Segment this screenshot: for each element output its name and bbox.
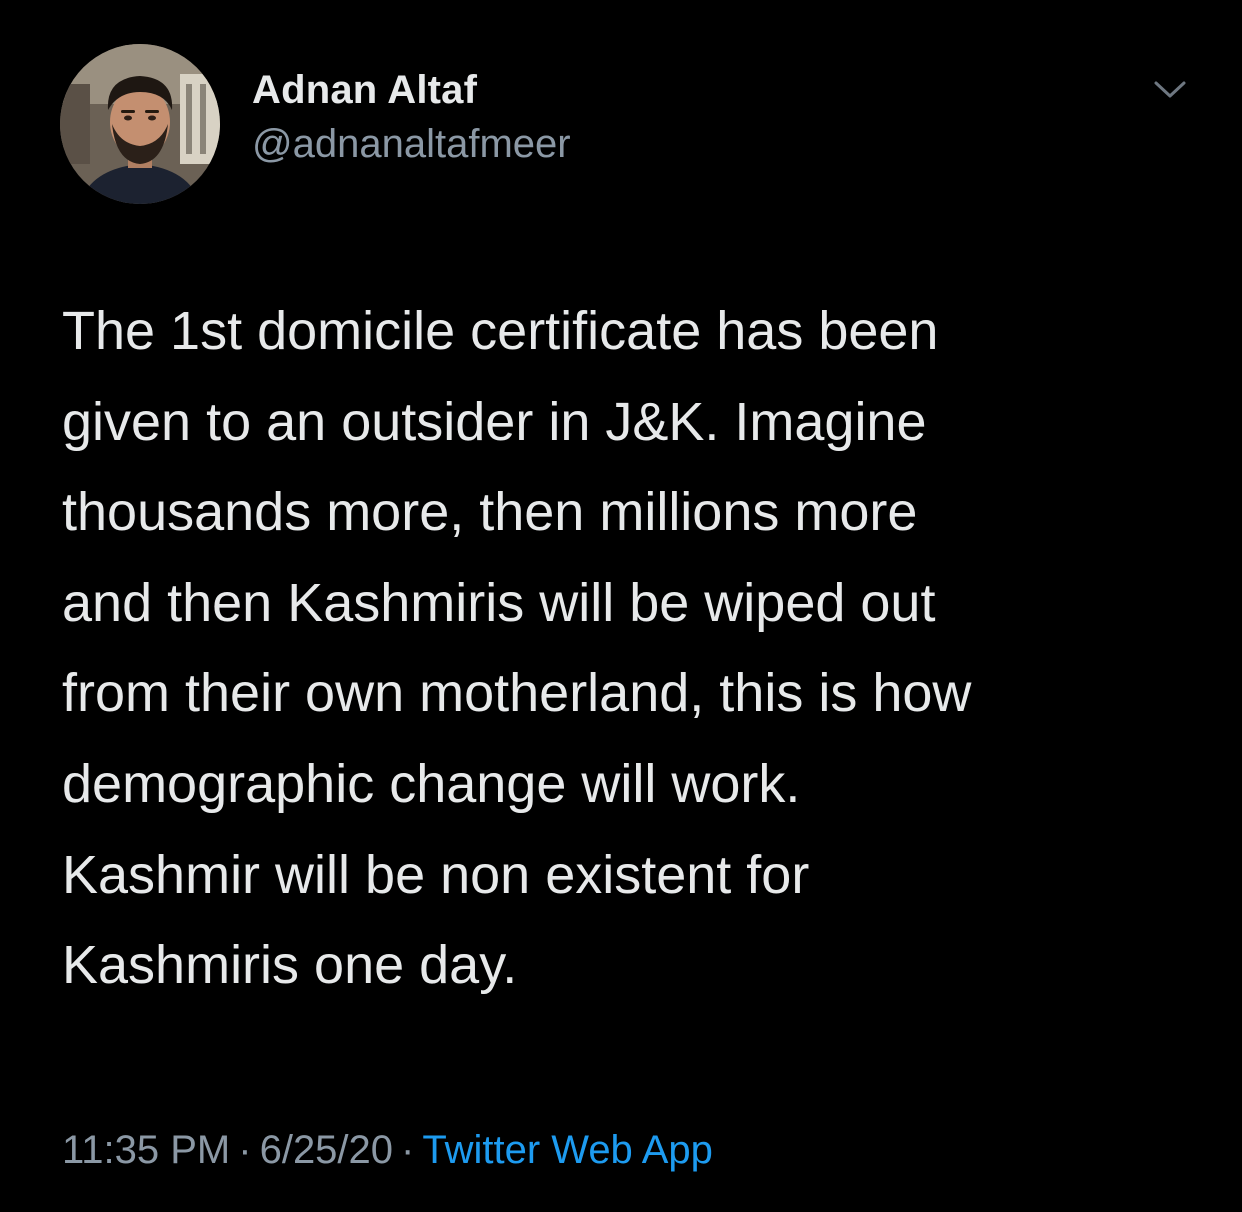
meta-separator: ·	[401, 1128, 415, 1172]
tweet-text-line: from their own motherland, this is how	[62, 663, 972, 724]
tweet-text-line: The 1st domicile certificate has been	[62, 301, 939, 361]
tweet-menu-button[interactable]	[1150, 74, 1190, 104]
tweet-text-line: and then Kashmiris will be wiped out	[62, 572, 936, 633]
tweet-text: The 1st domicile certificate has been gi…	[62, 286, 1192, 1011]
tweet-meta: 11:35 PM · 6/25/20 · Twitter Web App	[62, 1122, 713, 1178]
profile-photo-icon	[60, 44, 220, 204]
tweet-source-link[interactable]: Twitter Web App	[422, 1128, 713, 1172]
avatar[interactable]	[60, 44, 220, 204]
user-handle[interactable]: @adnanaltafmeer	[252, 120, 571, 168]
author-info[interactable]: Adnan Altaf @adnanaltafmeer	[252, 66, 571, 168]
display-name[interactable]: Adnan Altaf	[252, 66, 571, 114]
chevron-down-icon	[1154, 81, 1186, 98]
meta-separator: ·	[238, 1128, 252, 1172]
tweet-text-line: Kashmir will be non existent for	[62, 844, 810, 905]
tweet-text-line: Kashmiris one day.	[62, 935, 518, 996]
tweet-time[interactable]: 11:35 PM	[62, 1128, 230, 1172]
tweet-text-line: given to an outsider in J&K. Imagine	[62, 391, 927, 452]
tweet-card: Adnan Altaf @adnanaltafmeer The 1st domi…	[0, 0, 1242, 1212]
tweet-text-line: thousands more, then millions more	[62, 482, 918, 543]
tweet-text-line: demographic change will work.	[62, 753, 801, 814]
tweet-date[interactable]: 6/25/20	[260, 1128, 393, 1172]
